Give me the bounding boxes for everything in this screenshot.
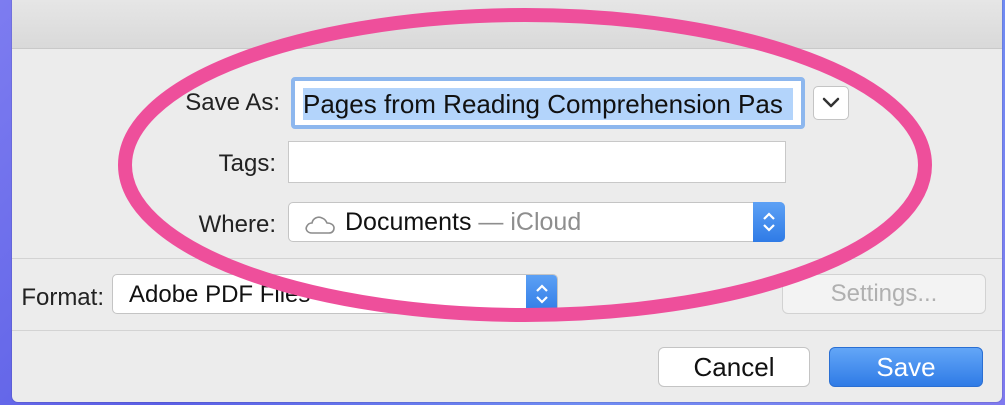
up-down-arrows-icon [536, 284, 548, 304]
expand-button[interactable] [813, 86, 849, 120]
where-location: iCloud [510, 208, 582, 236]
format-popup[interactable]: Adobe PDF Files [112, 274, 558, 314]
format-stepper [526, 275, 557, 313]
save-button[interactable]: Save [829, 347, 983, 387]
cancel-button[interactable]: Cancel [658, 347, 810, 387]
save-as-field[interactable]: Pages from Reading Comprehension Pas [291, 77, 805, 129]
save-as-text: Pages from Reading Comprehension Pas [303, 88, 793, 120]
title-bar[interactable] [12, 0, 1002, 49]
settings-label: Settings... [830, 280, 938, 307]
where-folder: Documents [345, 208, 472, 236]
divider-top [12, 258, 1002, 259]
where-stepper [753, 202, 785, 242]
tags-field[interactable] [288, 141, 786, 183]
cloud-icon [305, 216, 335, 234]
where-popup[interactable]: Documents — iCloud [288, 202, 785, 242]
save-as-label: Save As: [185, 89, 280, 116]
divider-bottom [12, 330, 1002, 331]
format-label: Format: [21, 284, 104, 311]
where-separator: — [478, 208, 504, 236]
where-label: Where: [198, 211, 276, 238]
up-down-arrows-icon [763, 212, 775, 232]
save-label: Save [876, 352, 936, 382]
settings-button[interactable]: Settings... [782, 274, 986, 314]
format-value: Adobe PDF Files [129, 281, 311, 308]
cancel-label: Cancel [693, 352, 775, 382]
chevron-down-icon [822, 97, 840, 108]
tags-label: Tags: [218, 150, 276, 177]
save-dialog: Save As: Pages from Reading Comprehensio… [12, 0, 1002, 402]
